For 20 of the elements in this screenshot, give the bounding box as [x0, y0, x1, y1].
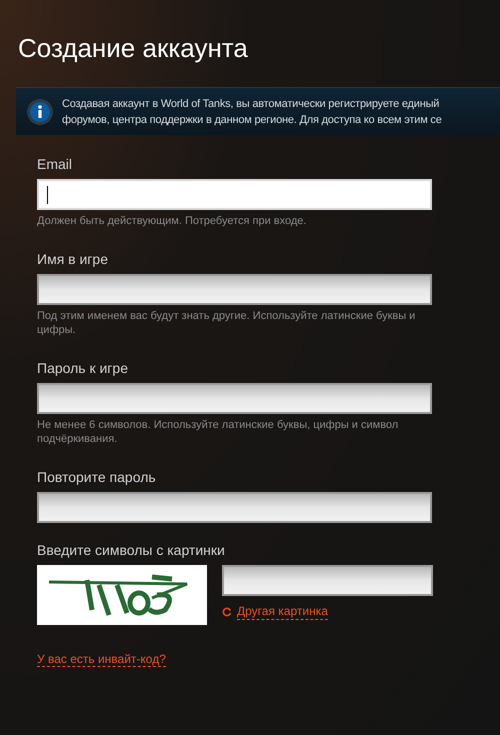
field-label: Email [37, 155, 74, 173]
info-text: форумов, центра поддержки в данном регионе. Для доступа ко всем этим се [62, 112, 442, 128]
page-title: Создание аккаунта [17, 32, 249, 64]
field-label: Введите символы с картинки [37, 541, 226, 559]
field-label: Повторите пароль [37, 468, 157, 486]
info-text: Создавая аккаунт в World of Tanks, вы автоматически регистрируете единый [62, 96, 440, 112]
invite-link[interactable]: У вас есть инвайт-код? [37, 652, 166, 667]
field-hint: Не менее 6 символов. Используйте латинские буквы, цифры и символ подчёркивания. [37, 418, 400, 446]
text-field[interactable] [37, 492, 432, 523]
text-field[interactable] [37, 383, 432, 414]
refresh-icon [222, 607, 232, 617]
text-field[interactable] [37, 274, 432, 305]
field-hint: Должен быть действующим. Потребуется при входе. [37, 214, 308, 228]
field-label: Имя в игре [37, 250, 109, 268]
refresh-link[interactable]: Другая картинка [237, 604, 328, 620]
info-icon [26, 98, 54, 126]
field-hint: Под этим именем вас будут знать другие. Используйте латинские буквы и цифры. [37, 309, 416, 337]
captcha-field[interactable] [222, 565, 433, 596]
text-cursor [47, 186, 48, 204]
field-label: Пароль к игре [37, 359, 129, 377]
